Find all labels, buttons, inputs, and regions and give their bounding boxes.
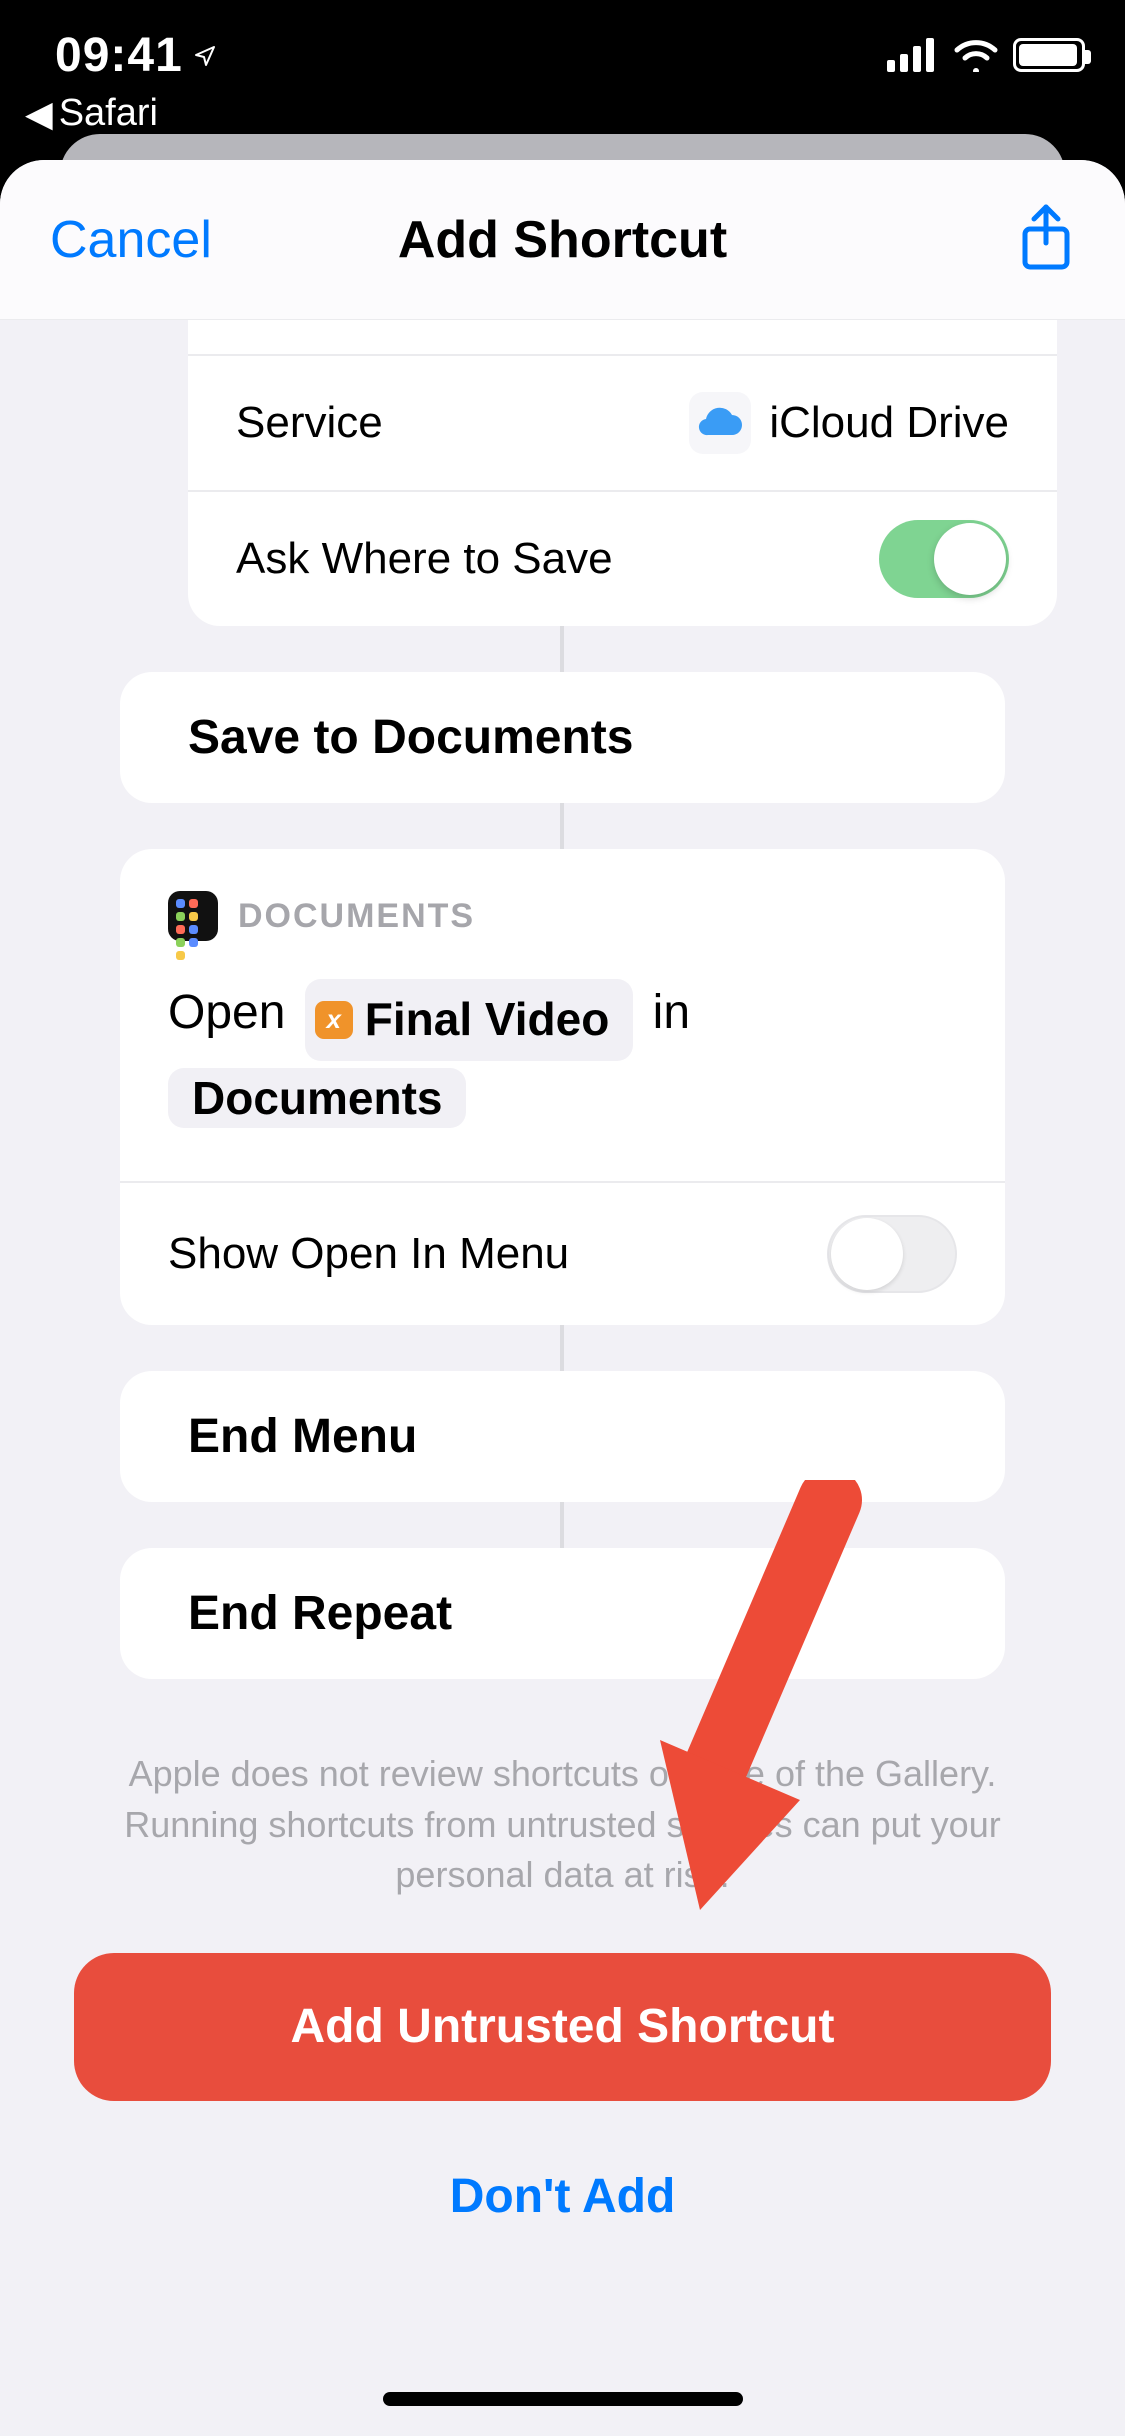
connector-line — [560, 803, 564, 849]
dont-add-label: Don't Add — [450, 2170, 676, 2223]
app-pill-documents[interactable]: Documents — [168, 1068, 466, 1128]
ask-where-label: Ask Where to Save — [236, 534, 879, 584]
untrusted-warning-text: Apple does not review shortcuts outside … — [0, 1679, 1125, 1952]
action-card-open-in-documents[interactable]: DOCUMENTS Open x Final Video in Document… — [120, 849, 1005, 1325]
modal-sheet: Cancel Add Shortcut Service — [0, 160, 1125, 2436]
app-pill-label: Documents — [192, 1072, 442, 1124]
variable-label: Final Video — [365, 983, 610, 1057]
cancel-button[interactable]: Cancel — [50, 210, 212, 270]
service-label: Service — [236, 398, 689, 448]
cellular-icon — [887, 38, 939, 72]
back-to-app[interactable]: ◀ Safari — [25, 92, 158, 135]
add-untrusted-shortcut-button[interactable]: Add Untrusted Shortcut — [74, 1953, 1051, 2101]
connector-line — [560, 1502, 564, 1548]
service-value[interactable]: iCloud Drive — [689, 392, 1009, 454]
action-end-repeat[interactable]: End Repeat — [120, 1548, 1005, 1679]
open-text-mid: in — [653, 986, 690, 1039]
device-frame: 09:41 ◀ Safari Cancel Add Shortcut — [0, 0, 1125, 2436]
icloud-icon — [689, 392, 751, 454]
show-open-in-menu-toggle[interactable] — [827, 1215, 957, 1293]
variable-icon: x — [315, 1001, 353, 1039]
add-button-label: Add Untrusted Shortcut — [291, 1999, 835, 2054]
open-text-pre: Open — [168, 986, 299, 1039]
menu-item-save-to-documents[interactable]: Save to Documents — [120, 672, 1005, 803]
back-app-label: Safari — [59, 92, 158, 135]
nav-bar: Cancel Add Shortcut — [0, 160, 1125, 320]
back-chevron-icon: ◀ — [25, 96, 53, 132]
status-right — [887, 38, 1085, 72]
wifi-icon — [953, 38, 999, 72]
connector-line — [560, 626, 564, 672]
open-action-body: Open x Final Video in Documents — [120, 961, 1005, 1181]
status-time-text: 09:41 — [55, 28, 183, 83]
status-time: 09:41 — [55, 28, 217, 83]
service-value-text: iCloud Drive — [769, 398, 1009, 448]
share-icon — [1017, 203, 1075, 271]
ask-where-toggle[interactable] — [879, 520, 1009, 598]
end-repeat-label: End Repeat — [188, 1587, 452, 1640]
action-card-save-file[interactable]: Service iCloud Drive Ask Where to Save — [188, 320, 1057, 626]
save-action-label: Save to Documents — [188, 711, 633, 764]
end-menu-label: End Menu — [188, 1410, 417, 1463]
dont-add-button[interactable]: Don't Add — [0, 2169, 1125, 2224]
connector-line — [560, 1325, 564, 1371]
status-bar: 09:41 ◀ Safari — [0, 0, 1125, 150]
location-icon — [193, 44, 217, 68]
battery-icon — [1013, 38, 1085, 72]
content-area: Service iCloud Drive Ask Where to Save S… — [0, 320, 1125, 2436]
show-open-in-menu-label: Show Open In Menu — [168, 1229, 827, 1279]
documents-header-label: DOCUMENTS — [238, 897, 475, 936]
documents-app-icon — [168, 891, 218, 941]
home-indicator[interactable] — [383, 2392, 743, 2406]
variable-pill-final-video[interactable]: x Final Video — [305, 979, 634, 1061]
share-button[interactable] — [1017, 203, 1075, 276]
action-end-menu[interactable]: End Menu — [120, 1371, 1005, 1502]
